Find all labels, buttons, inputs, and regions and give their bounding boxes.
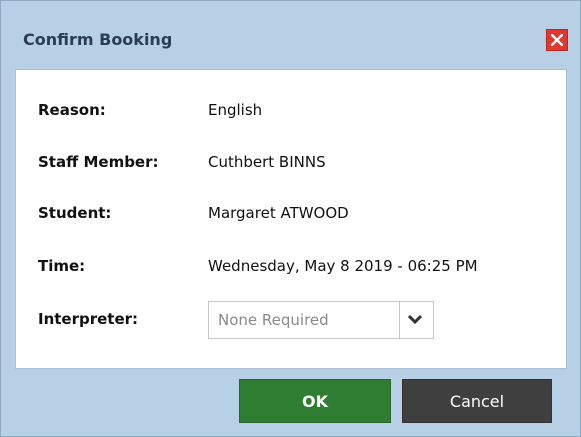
dialog-footer: OK Cancel [1,369,580,436]
cancel-button[interactable]: Cancel [402,379,552,423]
close-x-icon [551,34,563,46]
ok-button[interactable]: OK [239,379,391,423]
time-label: Time: [38,257,86,275]
student-label: Student: [38,204,112,222]
reason-value: English [208,101,263,119]
time-value: Wednesday, May 8 2019 - 06:25 PM [208,257,478,275]
close-button[interactable] [546,29,568,51]
interpreter-selected-value: None Required [218,311,329,329]
dialog-body: Reason: English Staff Member: Cuthbert B… [15,69,567,369]
staff-member-label: Staff Member: [38,153,159,171]
reason-label: Reason: [38,101,106,119]
student-value: Margaret ATWOOD [208,204,349,222]
select-divider [399,302,400,338]
dialog-titlebar: Confirm Booking [1,1,580,69]
staff-member-value: Cuthbert BINNS [208,153,326,171]
dialog-title: Confirm Booking [23,30,173,49]
interpreter-select[interactable]: None Required [208,301,434,339]
confirm-booking-dialog: Confirm Booking Reason: English Staff Me… [0,0,581,437]
chevron-down-icon[interactable] [407,314,423,326]
interpreter-label: Interpreter: [38,310,139,328]
